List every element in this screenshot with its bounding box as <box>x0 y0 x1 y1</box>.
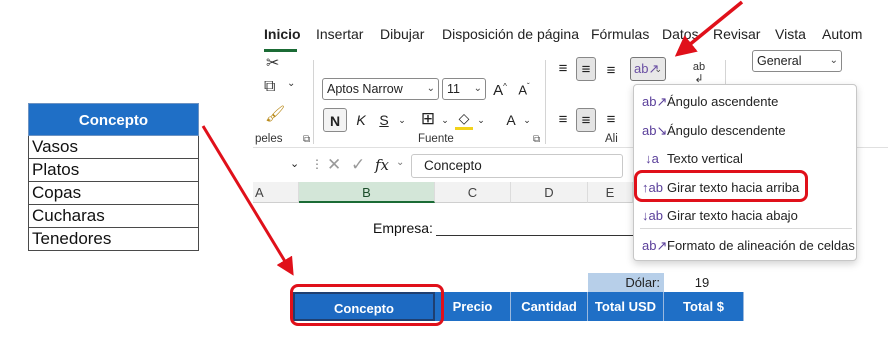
orientation-button[interactable]: ab↗ ⌄ <box>630 57 666 81</box>
tab-insertar[interactable]: Insertar <box>316 26 363 42</box>
grow-font-button[interactable]: A^ <box>491 75 509 99</box>
chevron-down-icon[interactable]: ⌄ <box>475 108 487 132</box>
name-box-chevron-icon[interactable]: ⌄ <box>290 157 299 170</box>
tab-vista[interactable]: Vista <box>775 26 806 42</box>
menu-item-angulo-ascendente[interactable]: ab↗ Ángulo ascendente <box>634 89 858 115</box>
ribbon-separator <box>313 60 314 144</box>
tab-autom[interactable]: Autom <box>822 26 862 42</box>
header-cell-total-pesos[interactable]: Total $ <box>664 292 744 321</box>
tab-formulas[interactable]: Fórmulas <box>591 26 649 42</box>
menu-item-label: Girar texto hacia abajo <box>667 208 798 223</box>
number-format-combo[interactable]: General ⌄ <box>752 50 842 72</box>
font-size-value: 11 <box>447 82 460 96</box>
copy-icon[interactable]: ⧉ <box>264 78 275 96</box>
angle-counterclockwise-icon: ab↗ <box>642 94 668 109</box>
more-options-icon[interactable]: ⋮ <box>311 157 323 171</box>
insert-function-button[interactable]: fx <box>375 156 389 174</box>
left-table-row: Vasos <box>28 136 199 159</box>
column-header-e[interactable]: E <box>588 182 633 203</box>
tab-inicio[interactable]: Inicio <box>264 26 301 42</box>
shrink-font-button[interactable]: Aˇ <box>515 75 533 99</box>
left-table-row: Copas <box>28 182 199 205</box>
enter-icon[interactable]: ✓ <box>351 155 365 175</box>
menu-item-label: Ángulo descendente <box>667 123 786 138</box>
highlight-concepto-cell <box>290 284 444 326</box>
menu-separator <box>640 228 852 229</box>
chevron-down-icon: ⌄ <box>473 83 482 94</box>
chevron-down-icon[interactable]: ⌄ <box>521 108 533 132</box>
column-header-b[interactable]: B <box>299 182 435 203</box>
font-color-button[interactable]: A <box>503 108 519 132</box>
tab-datos[interactable]: Datos <box>662 26 699 42</box>
align-bottom-icon[interactable]: ≡ <box>603 59 619 83</box>
chevron-down-icon: ⌄ <box>654 64 662 74</box>
chevron-down-icon[interactable]: ⌄ <box>396 157 404 168</box>
align-center-icon[interactable]: ≡ <box>576 108 596 132</box>
cancel-icon[interactable]: ✕ <box>327 155 341 175</box>
tab-disposicion[interactable]: Disposición de página <box>442 26 579 42</box>
left-table-row: Platos <box>28 159 199 182</box>
group-label-font: Fuente <box>418 133 454 145</box>
vertical-text-icon: ↓a <box>645 151 659 166</box>
copy-chevron-icon[interactable]: ⌄ <box>287 78 295 89</box>
grow-font-label: A <box>493 82 504 99</box>
group-label-clipboard: peles <box>255 133 283 145</box>
column-header-a[interactable]: A <box>253 182 299 203</box>
left-concept-table: Concepto Vasos Platos Copas Cucharas Ten… <box>28 103 199 251</box>
align-right-icon[interactable]: ≡ <box>603 108 619 132</box>
ribbon-separator <box>545 60 546 144</box>
header-cell-cantidad[interactable]: Cantidad <box>511 292 588 321</box>
format-painter-icon[interactable]: 🖌 <box>265 104 285 124</box>
menu-item-angulo-descendente[interactable]: ab↘ Ángulo descendente <box>634 118 858 144</box>
bold-button[interactable]: N <box>323 108 347 132</box>
group-label-alignment: Ali <box>605 133 618 145</box>
underline-button[interactable]: S <box>377 108 391 132</box>
menu-item-texto-vertical[interactable]: ↓a Texto vertical <box>634 146 858 172</box>
font-launcher-icon[interactable]: ⧉ <box>533 134 540 145</box>
formula-input[interactable]: Concepto <box>411 154 623 178</box>
align-middle-icon[interactable]: ≡ <box>576 57 596 81</box>
align-left-icon[interactable]: ≡ <box>555 108 571 132</box>
font-name-combo[interactable]: Aptos Narrow ⌄ <box>322 78 439 100</box>
rotate-text-down-icon: ↓ab <box>642 208 663 223</box>
chevron-down-icon[interactable]: ⌄ <box>396 108 408 132</box>
number-format-value: General <box>757 54 802 68</box>
menu-item-girar-abajo[interactable]: ↓ab Girar texto hacia abajo <box>634 203 858 229</box>
tab-dibujar[interactable]: Dibujar <box>380 26 424 42</box>
cut-icon[interactable]: ✂ <box>266 53 279 73</box>
italic-button[interactable]: K <box>354 108 368 132</box>
left-table-header: Concepto <box>28 103 199 136</box>
empresa-label: Empresa: <box>373 220 433 236</box>
dolar-value-cell[interactable]: 19 <box>664 273 740 292</box>
menu-item-label: Ángulo ascendente <box>667 94 779 109</box>
ribbon-tabs: Inicio Insertar Dibujar Disposición de p… <box>253 21 888 53</box>
align-top-icon[interactable]: ≡ <box>555 57 571 81</box>
menu-item-label: Texto vertical <box>667 151 743 166</box>
fill-color-icon[interactable]: ◇ <box>455 108 473 130</box>
clipboard-launcher-icon[interactable]: ⧉ <box>303 134 310 145</box>
format-alignment-icon: ab↗ <box>642 238 668 253</box>
header-cell-precio[interactable]: Precio <box>435 292 511 321</box>
chevron-down-icon: ⌄ <box>426 83 435 94</box>
wrap-text-icon[interactable]: ab ↲ <box>690 61 708 85</box>
chevron-down-icon[interactable]: ⌄ <box>439 108 451 132</box>
angle-clockwise-icon: ab↘ <box>642 123 668 138</box>
menu-item-formato-alineacion[interactable]: ab↗ Formato de alineación de celdas <box>634 233 858 259</box>
column-header-d[interactable]: D <box>511 182 588 203</box>
tab-revisar[interactable]: Revisar <box>713 26 760 42</box>
column-header-c[interactable]: C <box>435 182 511 203</box>
left-table-row: Tenedores <box>28 228 199 251</box>
empresa-underline <box>436 235 646 236</box>
chevron-down-icon: ⌄ <box>829 55 838 66</box>
menu-item-label: Formato de alineación de celdas <box>667 238 855 253</box>
header-cell-total-usd[interactable]: Total USD <box>588 292 664 321</box>
shrink-font-label: A <box>518 82 527 98</box>
borders-icon[interactable]: ⊞ <box>419 107 437 131</box>
font-name-value: Aptos Narrow <box>327 82 403 96</box>
left-table-row: Cucharas <box>28 205 199 228</box>
dolar-label-cell[interactable]: Dólar: <box>588 273 664 292</box>
highlight-girar-arriba <box>634 170 808 202</box>
wrap-text-label: ab <box>692 61 706 73</box>
font-size-combo[interactable]: 11 ⌄ <box>442 78 486 100</box>
